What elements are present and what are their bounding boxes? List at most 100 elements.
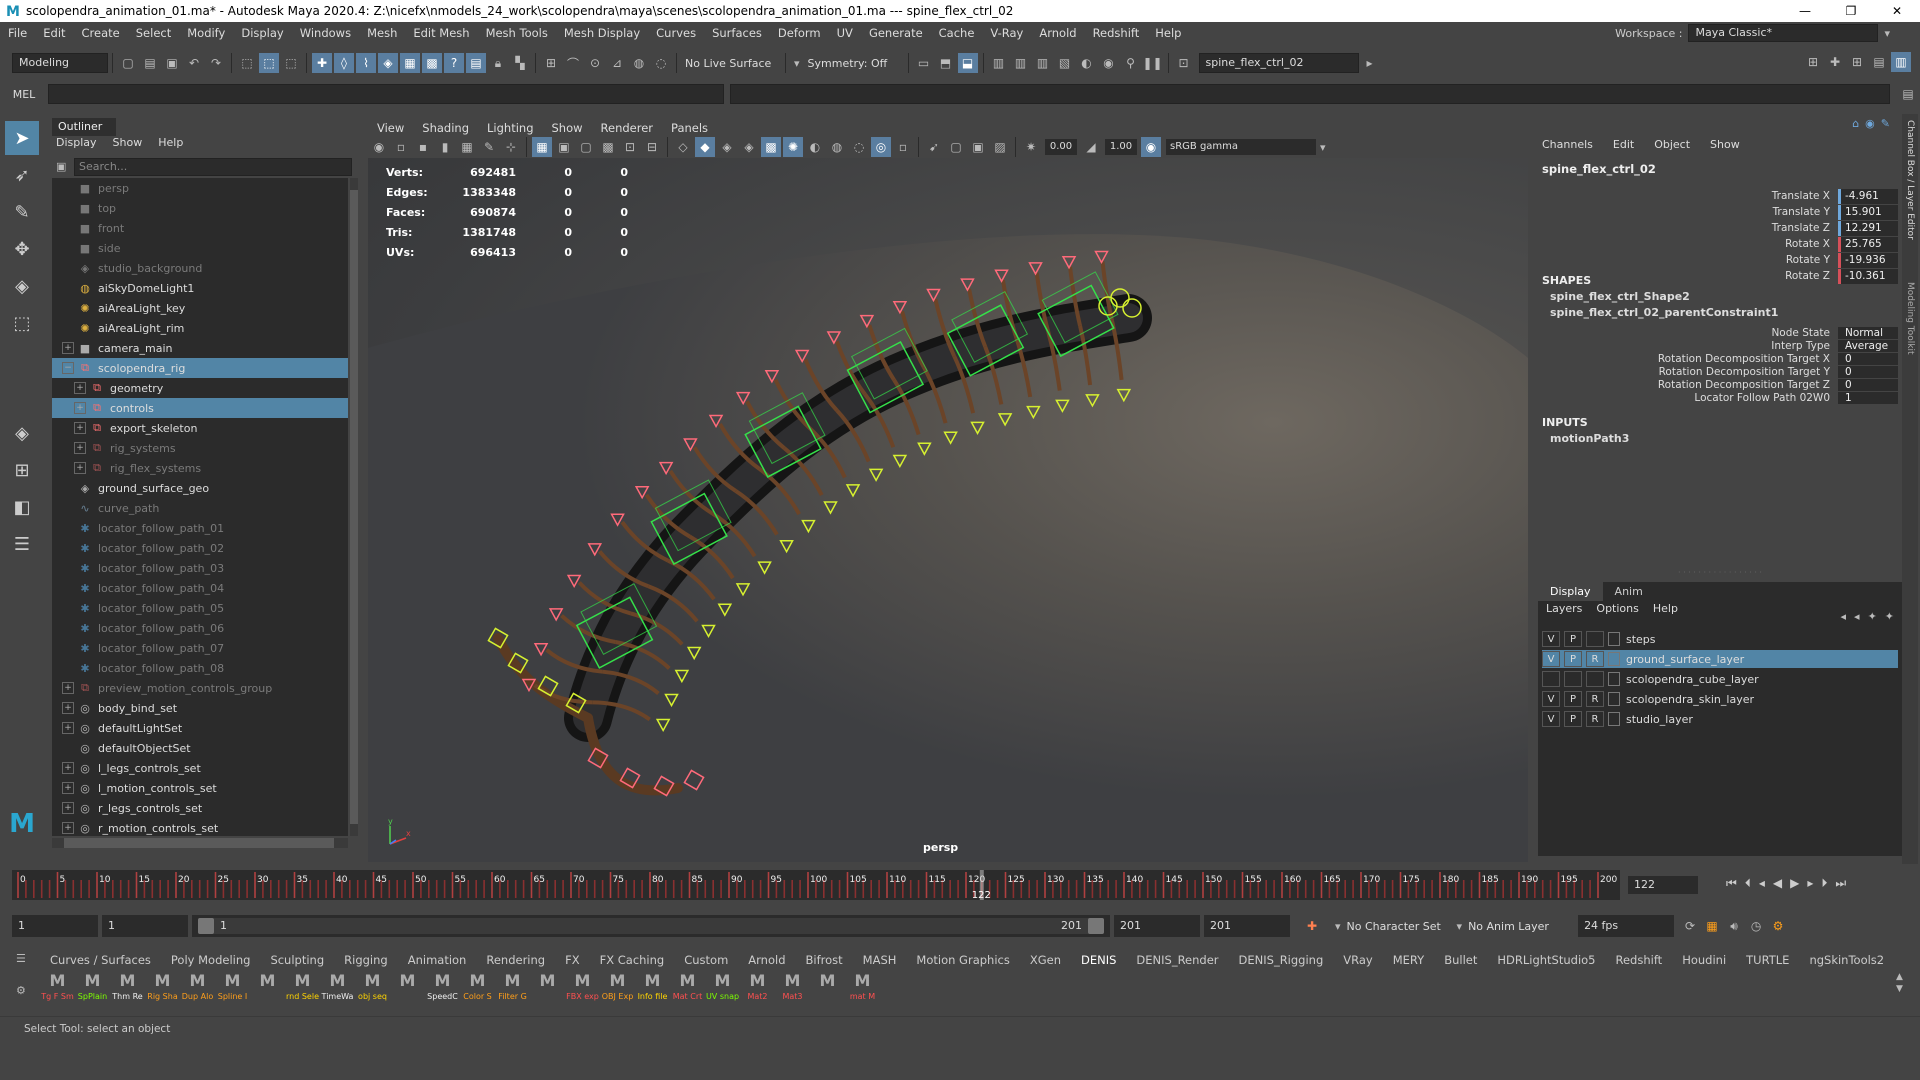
select-hierarchy-icon[interactable]: ⬚	[237, 53, 257, 73]
snap-live-icon[interactable]: ◌	[651, 53, 671, 73]
expand-icon[interactable]: +	[62, 722, 74, 734]
mel-command-input[interactable]	[48, 84, 724, 104]
cache-playback-icon[interactable]: ▦	[1702, 916, 1722, 936]
channel-box-toggle-icon[interactable]: ⌂	[1852, 114, 1859, 132]
scroll-down-icon[interactable]: ▼	[1896, 984, 1903, 994]
shelf-settings-icon[interactable]: ⚙	[16, 984, 26, 997]
menu-modify[interactable]: Modify	[179, 26, 233, 40]
lasso-tool-icon[interactable]: ➶	[5, 158, 39, 192]
xray-joints-icon[interactable]: ▨	[990, 137, 1010, 157]
shelf-button-spplain[interactable]: M SpPlain	[75, 970, 110, 1010]
constraint-rotation-decomposition-target-x[interactable]: Rotation Decomposition Target X0	[1538, 352, 1902, 365]
chevron-down-icon[interactable]: ▾	[1884, 27, 1890, 40]
shelf-tab-rendering[interactable]: Rendering	[476, 953, 555, 967]
range-slider[interactable]: 1 201	[192, 915, 1110, 937]
viewport-menu-shading[interactable]: Shading	[413, 121, 478, 135]
channel-name[interactable]: Translate Z	[1538, 222, 1838, 234]
expand-icon[interactable]: +	[74, 462, 86, 474]
pick-mask-2-icon[interactable]: ◊	[334, 53, 354, 73]
outliner-menu-show[interactable]: Show	[113, 136, 143, 149]
layer-name[interactable]: scolopendra_cube_layer	[1626, 673, 1759, 686]
view-transform-dropdown[interactable]: sRGB gamma	[1166, 139, 1316, 155]
constraint-locator-follow-path-02w0[interactable]: Locator Follow Path 02W0 1	[1538, 391, 1902, 404]
go-to-end-icon[interactable]: ⏭	[1835, 876, 1846, 891]
outliner-row-locator-follow-path-08[interactable]: ✱ locator_follow_path_08	[52, 658, 348, 678]
layer-playback-toggle[interactable]: P	[1564, 691, 1582, 707]
field-chart-icon[interactable]: ⊡	[620, 137, 640, 157]
play-backward-icon[interactable]: ◀	[1773, 876, 1782, 891]
select-object-icon[interactable]: ⬚	[259, 53, 279, 73]
layer-display-type-toggle[interactable]	[1586, 631, 1604, 647]
snap-curve-icon[interactable]: ⌒	[563, 53, 583, 73]
outliner-row-locator-follow-path-04[interactable]: ✱ locator_follow_path_04	[52, 578, 348, 598]
hypershade-icon[interactable]: ▧	[1055, 53, 1075, 73]
shelf-button-script-6[interactable]: M	[250, 970, 285, 1010]
pick-mask-8-icon[interactable]: ▤	[466, 53, 486, 73]
restore-button[interactable]: ❐	[1828, 0, 1874, 22]
menu-file[interactable]: File	[0, 26, 35, 40]
pick-mask-3-icon[interactable]: ⌇	[356, 53, 376, 73]
playback-speed-icon[interactable]: ◷	[1746, 916, 1766, 936]
shelf-button-speedc[interactable]: M SpeedC	[425, 970, 460, 1010]
layer-tab-display[interactable]: Display	[1538, 582, 1603, 601]
chevron-right-icon[interactable]: ▸	[1360, 53, 1380, 73]
scroll-up-icon[interactable]: ▲	[1896, 972, 1903, 982]
chevron-down-icon[interactable]: ▾	[794, 57, 800, 70]
input-node-motionpath3[interactable]: motionPath3	[1550, 432, 1629, 445]
shelf-button-uv-snap[interactable]: M UV snap	[705, 970, 740, 1010]
channel-value[interactable]: -19.936	[1838, 252, 1898, 268]
persp-outliner-layout-icon[interactable]: ◧	[5, 490, 39, 524]
twod-pan-zoom-icon[interactable]: ⊹	[501, 137, 521, 157]
outliner-search-input[interactable]: Search...	[74, 158, 352, 176]
fps-dropdown[interactable]: 24 fps	[1578, 915, 1675, 937]
channel-value[interactable]: Average	[1838, 339, 1898, 352]
channel-value[interactable]: 1	[1838, 391, 1898, 404]
film-gate-icon[interactable]: ▣	[554, 137, 574, 157]
redshift-render-icon[interactable]: ◉	[1099, 53, 1119, 73]
menu-edit-mesh[interactable]: Edit Mesh	[405, 26, 477, 40]
shelf-menu-icon[interactable]: ☰	[16, 952, 26, 965]
shadows-icon[interactable]: ◐	[805, 137, 825, 157]
gamma-field[interactable]: 1.00	[1105, 139, 1137, 155]
shelf-button-mat-m[interactable]: Mmat M	[845, 970, 880, 1010]
menu-edit[interactable]: Edit	[35, 26, 73, 40]
viewport-menu-view[interactable]: View	[368, 121, 413, 135]
outliner-row-defaultlightset[interactable]: + ◎ defaultLightSet	[52, 718, 348, 738]
outliner-row-defaultobjectset[interactable]: ◎ defaultObjectSet	[52, 738, 348, 758]
shelf-button-info-file[interactable]: M Info file	[635, 970, 670, 1010]
channel-name[interactable]: Locator Follow Path 02W0	[1538, 392, 1838, 404]
channel-box-menu-show[interactable]: Show	[1710, 138, 1740, 151]
resolution-gate-icon[interactable]: ▢	[576, 137, 596, 157]
pick-mask-6-icon[interactable]: ▩	[422, 53, 442, 73]
outliner-row-studio-background[interactable]: ◈ studio_background	[52, 258, 348, 278]
shelf-button-mat3[interactable]: M Mat3	[775, 970, 810, 1010]
shelf-tab-custom[interactable]: Custom	[674, 953, 738, 967]
outliner-row-r-motion-controls-set[interactable]: + ◎ r_motion_controls_set	[52, 818, 348, 836]
outliner-row-curve-path[interactable]: ∿ curve_path	[52, 498, 348, 518]
redo-icon[interactable]: ↷	[206, 53, 226, 73]
shelf-tab-bifrost[interactable]: Bifrost	[796, 953, 853, 967]
menu-arnold[interactable]: Arnold	[1031, 26, 1084, 40]
modeling-toolkit-tab[interactable]: Modeling Toolkit	[1905, 282, 1915, 355]
menu-uv[interactable]: UV	[829, 26, 861, 40]
shelf-button-rig-sha[interactable]: M Rig Sha	[145, 970, 180, 1010]
menu-mesh-tools[interactable]: Mesh Tools	[478, 26, 556, 40]
layer-playback-toggle[interactable]: P	[1564, 651, 1582, 667]
channel-box-menu-edit[interactable]: Edit	[1613, 138, 1634, 151]
render-frame-icon[interactable]: ⬒	[936, 53, 956, 73]
scale-tool-icon[interactable]: ⬚	[5, 306, 39, 340]
playback-start-field[interactable]: 1	[102, 915, 188, 937]
expand-icon[interactable]: +	[74, 442, 86, 454]
script-editor-icon[interactable]: ▤	[1898, 84, 1918, 104]
outliner-row-preview-motion-controls-group[interactable]: + ⧉ preview_motion_controls_group	[52, 678, 348, 698]
grease-pencil-icon[interactable]: ✎	[479, 137, 499, 157]
layer-visibility-toggle[interactable]: V	[1542, 711, 1560, 727]
shelf-button-thm-re[interactable]: M Thm Re	[110, 970, 145, 1010]
shelf-tab-vray[interactable]: VRay	[1333, 953, 1382, 967]
outliner-row-ground-surface-geo[interactable]: ◈ ground_surface_geo	[52, 478, 348, 498]
shelf-button-fbx-exp[interactable]: M FBX exp	[565, 970, 600, 1010]
layer-name[interactable]: steps	[1626, 633, 1656, 646]
workspace-dropdown[interactable]: Maya Classic*	[1688, 24, 1879, 42]
outliner-menu-help[interactable]: Help	[158, 136, 183, 149]
outliner-row-export-skeleton[interactable]: + ⧉ export_skeleton	[52, 418, 348, 438]
